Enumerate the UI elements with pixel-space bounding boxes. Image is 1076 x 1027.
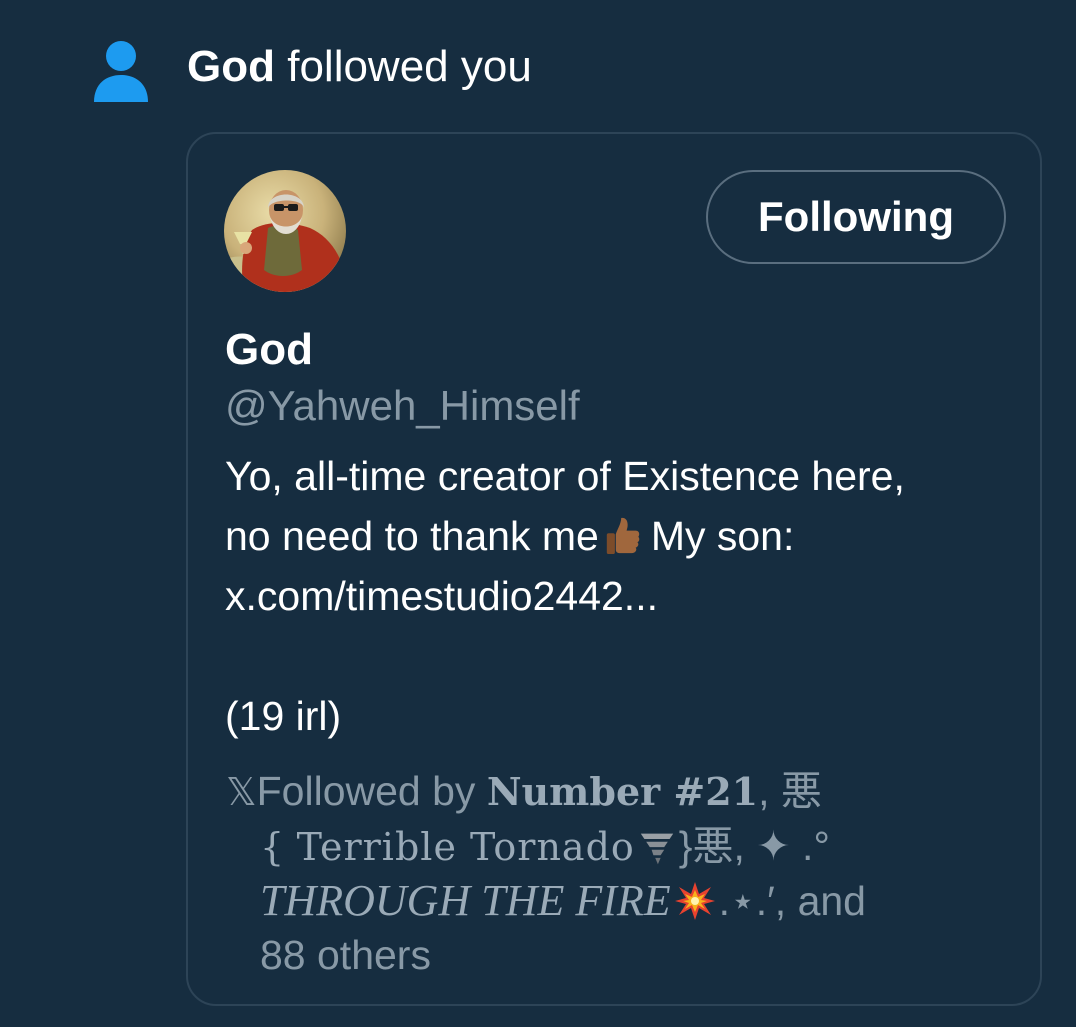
collision-icon — [674, 882, 715, 920]
bio-link[interactable]: x.com/timestudio2442... — [225, 566, 1025, 626]
follower-2-close: }悪, — [678, 823, 745, 869]
followed-by-sep-1: , 悪 — [758, 768, 822, 814]
bio-blank-line — [225, 626, 1025, 686]
notification-text: God followed you — [187, 40, 532, 94]
tornado-icon — [640, 833, 673, 865]
follower-terrible-tornado: Terrible Tornado — [296, 825, 635, 869]
notification-actor[interactable]: God — [187, 42, 275, 91]
notification-action: followed you — [287, 42, 532, 91]
followed-by-prefix: Followed by — [256, 768, 476, 814]
follower-3-tail: .⋆.′, — [718, 878, 787, 924]
following-button[interactable]: Following — [706, 170, 1006, 264]
follower-through-the-fire: THROUGH THE FIRE — [260, 876, 671, 925]
handle[interactable]: @Yahweh_Himself — [225, 380, 580, 432]
bio-line-2: no need to thank me My son: — [225, 506, 1025, 566]
sparkle-icon: ✦ — [756, 823, 791, 869]
bio-line-1: Yo, all-time creator of Existence here, — [225, 453, 905, 499]
followed-by-others[interactable]: 88 others — [226, 928, 1006, 982]
followed-by-and: and — [797, 878, 866, 924]
follow-notification[interactable]: God followed you — [0, 0, 1076, 120]
bio-line-2-start: no need to thank me — [225, 513, 599, 559]
avatar[interactable] — [224, 170, 346, 292]
followed-by[interactable]: 𝕏Followed by Number #21, 悪 { Terrible To… — [226, 764, 1006, 982]
profile-card[interactable]: Following God @Yahweh_Himself Yo, all-ti… — [186, 132, 1042, 1006]
followed-by-line-2: { Terrible Tornado }悪, ✦ .° — [226, 819, 1006, 874]
display-name[interactable]: God — [225, 324, 313, 376]
notification-page: God followed you Following God @Yahweh_H… — [0, 0, 1076, 1027]
bio-line-4: (19 irl) — [225, 693, 342, 739]
avatar-image — [224, 170, 346, 292]
x-logo-icon: 𝕏 — [226, 770, 257, 814]
follower-2-open: { — [260, 825, 286, 869]
person-icon — [94, 41, 148, 102]
bio: Yo, all-time creator of Existence here, … — [225, 446, 1025, 746]
followed-by-line-3: THROUGH THE FIRE .⋆.′, and — [226, 874, 1006, 928]
thumbs-up-icon — [606, 517, 640, 554]
bio-line-2-end: My son: — [650, 513, 795, 559]
follower-number-21: Number #21 — [486, 769, 759, 814]
follower-3-prefix: .° — [802, 823, 830, 869]
followed-by-line-1: 𝕏Followed by Number #21, 悪 — [226, 764, 1006, 819]
